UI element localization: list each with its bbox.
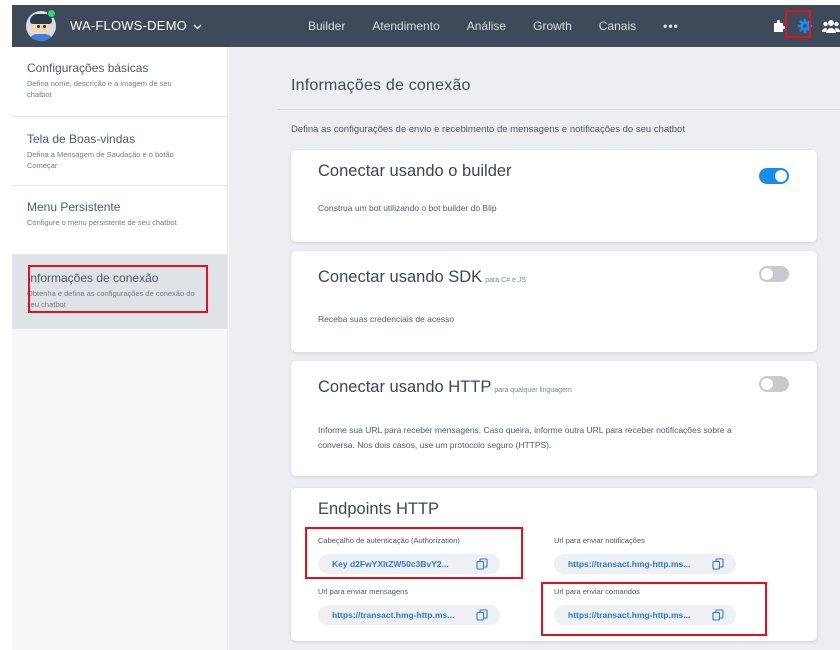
page-title: Informações de conexão [291, 77, 471, 94]
sidebar-item-title: Configurações básicas [27, 61, 149, 75]
nav-more[interactable]: ••• [663, 19, 679, 33]
main-nav: Builder Atendimento Análise Growth Canai… [308, 5, 706, 47]
sidebar-item-desc: Defina nome, descrição e a imagem de seu… [27, 79, 172, 99]
card-description: Construa um bot utilizando o bot builder… [318, 203, 497, 213]
notifications-url-value: https://transact.hmg-http.ms... [568, 559, 691, 569]
bot-selector[interactable]: WA-FLOWS-DEMO [70, 18, 202, 33]
sdk-toggle[interactable] [759, 266, 789, 282]
nav-atendimento[interactable]: Atendimento [372, 19, 439, 33]
sidebar-item-desc: Configure o menu persistente de seu chat… [27, 218, 177, 227]
nav-analise[interactable]: Análise [467, 19, 506, 33]
endpoints-title: Endpoints HTTP [318, 500, 440, 518]
gear-highlight-box [785, 10, 811, 38]
sidebar-item-welcome[interactable]: Tela de Boas-vindas Defina a Mensagem de… [12, 117, 227, 186]
auth-highlight-box [305, 527, 523, 579]
copy-icon[interactable] [712, 558, 724, 570]
sidebar-item-desc: Defina a Mensagem de Saudação e o botão … [27, 150, 174, 170]
messages-url-label: Url para enviar mensagens [318, 587, 409, 596]
top-bar: WA-FLOWS-DEMO Builder Atendimento Anális… [12, 5, 840, 47]
http-toggle[interactable] [759, 376, 789, 392]
active-item-highlight-box [28, 265, 208, 313]
notifications-url-field[interactable]: https://transact.hmg-http.ms... [554, 554, 736, 574]
page-description: Defina as configurações de envio e receb… [291, 124, 685, 135]
sidebar-item-persistent-menu[interactable]: Menu Persistente Configure o menu persis… [12, 186, 227, 255]
card-title: Conectar usando SDK para C# e JS [318, 268, 527, 286]
settings-sidebar: Configurações básicas Defina nome, descr… [12, 47, 228, 650]
card-title: Conectar usando o builder [318, 162, 512, 180]
card-subtitle: para qualquer linguagem [494, 387, 572, 394]
card-description: Informe sua URL para receber mensagens. … [318, 425, 732, 450]
card-http: Conectar usando HTTP para qualquer lingua… [291, 361, 817, 476]
builder-toggle[interactable] [759, 168, 789, 184]
card-builder: Conectar usando o builder Construa um bo… [291, 150, 817, 242]
app-frame: WA-FLOWS-DEMO Builder Atendimento Anális… [12, 5, 840, 650]
card-endpoints: Endpoints HTTP Cabeçalho de autenticação… [291, 488, 817, 641]
copy-icon[interactable] [476, 609, 488, 621]
main-content: Informações de conexão Defina as configu… [229, 47, 840, 650]
card-description: Receba suas credenciais de acesso [318, 314, 455, 324]
bot-name-label: WA-FLOWS-DEMO [70, 18, 187, 33]
online-status-dot [47, 9, 56, 18]
divider [277, 109, 840, 110]
commands-highlight-box [541, 582, 767, 636]
card-sdk: Conectar usando SDK para C# e JS Receba s… [291, 251, 817, 352]
nav-builder[interactable]: Builder [308, 19, 345, 33]
team-icon[interactable] [822, 17, 840, 35]
sidebar-item-basic-settings[interactable]: Configurações básicas Defina nome, descr… [12, 47, 227, 117]
card-title: Conectar usando HTTP para qualquer lingua… [318, 378, 572, 396]
card-subtitle: para C# e JS [485, 277, 527, 284]
sidebar-item-title: Tela de Boas-vindas [27, 132, 136, 146]
messages-url-field[interactable]: https://transact.hmg-http.ms... [318, 605, 500, 625]
messages-url-value: https://transact.hmg-http.ms... [332, 610, 455, 620]
chevron-down-icon [193, 24, 202, 30]
notifications-url-label: Url para enviar notificações [554, 536, 645, 545]
nav-growth[interactable]: Growth [533, 19, 572, 33]
nav-canais[interactable]: Canais [599, 19, 636, 33]
sidebar-item-title: Menu Persistente [27, 200, 121, 214]
